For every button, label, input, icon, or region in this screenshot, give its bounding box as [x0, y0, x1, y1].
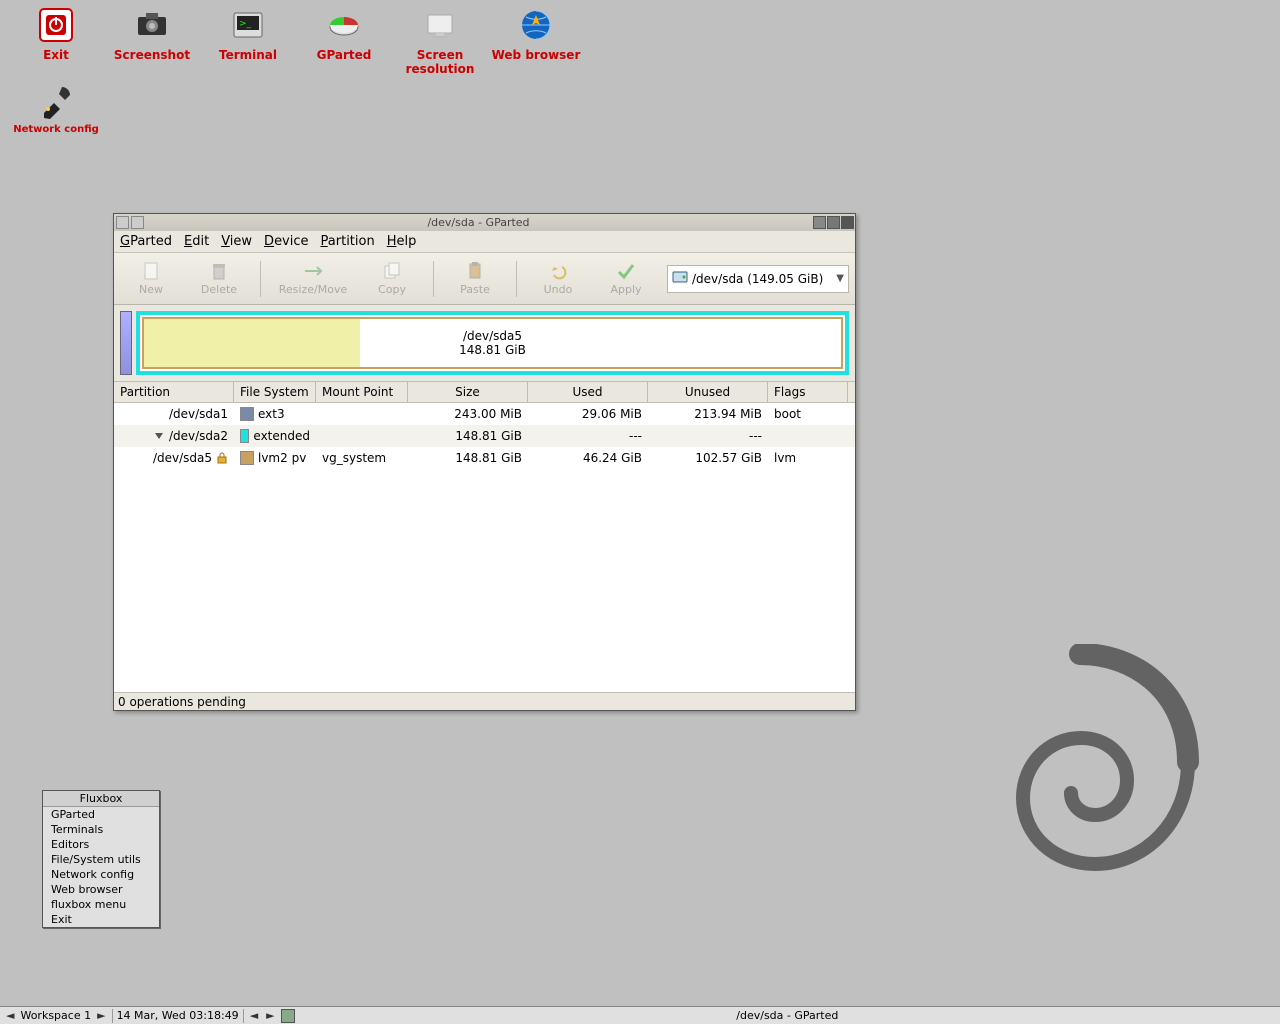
paste-icon [465, 261, 485, 281]
col-header-fl[interactable]: Flags [768, 382, 848, 402]
toolbar-apply-button: Apply [595, 256, 657, 302]
table-row[interactable]: /dev/sda1ext3243.00 MiB29.06 MiB213.94 M… [114, 403, 855, 425]
copy-icon [382, 261, 402, 281]
new-icon [141, 261, 161, 281]
gparted-icon [323, 4, 365, 46]
exit-icon [35, 4, 77, 46]
wrench-icon [35, 80, 77, 122]
close-button[interactable] [841, 216, 854, 229]
toolbar-resize-button: Resize/Move [271, 256, 355, 302]
harddisk-icon [672, 269, 688, 288]
fs-color-swatch [240, 429, 249, 443]
gparted-window: /dev/sda - GParted GParted Edit View Device… [113, 213, 856, 711]
taskbar-task[interactable]: /dev/sda - GParted [299, 1009, 1276, 1022]
screenshot-icon [131, 4, 173, 46]
webbrowser-icon [515, 4, 557, 46]
workspace-prev[interactable]: ◄ [4, 1009, 16, 1022]
col-header-part[interactable]: Partition [114, 382, 234, 402]
toolbar-paste-button: Paste [444, 256, 506, 302]
taskbar-clock: 14 Mar, Wed 03:18:49 [117, 1009, 239, 1022]
chevron-down-icon: ▼ [836, 273, 844, 284]
maximize-button[interactable] [827, 216, 840, 229]
table-header: PartitionFile SystemMount PointSizeUsedU… [114, 381, 855, 403]
fs-color-swatch [240, 451, 254, 465]
device-selector-label: /dev/sda (149.05 GiB) [692, 272, 823, 286]
partition-graph-row: /dev/sda5 148.81 GiB [114, 305, 855, 381]
partition-graph-selection[interactable] [120, 311, 132, 375]
fluxbox-menu-title: Fluxbox [43, 791, 159, 807]
fluxbox-item-0[interactable]: GParted [43, 807, 159, 822]
menu-gparted[interactable]: GParted [120, 234, 172, 249]
device-selector[interactable]: /dev/sda (149.05 GiB) ▼ [667, 265, 849, 293]
taskbar: ◄ Workspace 1 ► 14 Mar, Wed 03:18:49 ◄ ►… [0, 1006, 1280, 1024]
terminal-icon: >_ [227, 4, 269, 46]
window-title: /dev/sda - GParted [144, 216, 813, 229]
desktop-icons: ExitScreenshot>_TerminalGPartedScreen re… [8, 4, 584, 135]
table-row[interactable]: /dev/sda5lvm2 pvvg_system148.81 GiB46.24… [114, 447, 855, 469]
desktop-icon-screenres[interactable]: Screen resolution [392, 4, 488, 76]
fluxbox-item-6[interactable]: fluxbox menu [43, 897, 159, 912]
app-icon [116, 216, 129, 229]
fluxbox-item-2[interactable]: Editors [43, 837, 159, 852]
window-titlebar[interactable]: /dev/sda - GParted [114, 214, 855, 231]
toolbar-new-button: New [120, 256, 182, 302]
toolbar: NewDelete Resize/MoveCopy Paste UndoApply /… [114, 253, 855, 305]
status-bar: 0 operations pending [114, 692, 855, 710]
workspace-label[interactable]: Workspace 1 [20, 1009, 91, 1022]
menu-view[interactable]: View [221, 234, 252, 249]
menu-edit[interactable]: Edit [184, 234, 209, 249]
toolbar-delete-button: Delete [188, 256, 250, 302]
menu-help[interactable]: Help [387, 234, 417, 249]
toolbar-undo-button: Undo [527, 256, 589, 302]
fluxbox-item-1[interactable]: Terminals [43, 822, 159, 837]
desktop-icon-gparted[interactable]: GParted [296, 4, 392, 76]
partition-graph-label: /dev/sda5 148.81 GiB [144, 329, 841, 357]
screenres-icon [419, 4, 461, 46]
apply-icon [616, 261, 636, 281]
menu-partition[interactable]: Partition [321, 234, 375, 249]
menubar: GParted Edit View Device Partition Help [114, 231, 855, 253]
workspace-next[interactable]: ► [95, 1009, 107, 1022]
fluxbox-item-5[interactable]: Web browser [43, 882, 159, 897]
col-header-mp[interactable]: Mount Point [316, 382, 408, 402]
menu-device[interactable]: Device [264, 234, 308, 249]
col-header-sz[interactable]: Size [408, 382, 528, 402]
partition-graph[interactable]: /dev/sda5 148.81 GiB [136, 311, 849, 375]
delete-icon [209, 261, 229, 281]
fluxbox-menu: Fluxbox GPartedTerminalsEditorsFile/Syst… [42, 790, 160, 928]
svg-text:>_: >_ [239, 19, 252, 29]
col-header-un[interactable]: Unused [648, 382, 768, 402]
fluxbox-item-3[interactable]: File/System utils [43, 852, 159, 867]
resize-icon [303, 261, 323, 281]
sticky-icon[interactable] [131, 216, 144, 229]
table-body: /dev/sda1ext3243.00 MiB29.06 MiB213.94 M… [114, 403, 855, 692]
desktop-icon-netconfig[interactable]: Network config [8, 80, 104, 135]
task-next[interactable]: ► [264, 1009, 276, 1022]
debian-swirl-logo [950, 644, 1210, 904]
task-prev[interactable]: ◄ [248, 1009, 260, 1022]
lock-icon [216, 452, 228, 464]
fs-color-swatch [240, 407, 254, 421]
undo-icon [548, 261, 568, 281]
taskbar-app-icon[interactable] [281, 1009, 295, 1023]
desktop-icon-webbrowser[interactable]: Web browser [488, 4, 584, 76]
table-row[interactable]: /dev/sda2extended148.81 GiB------ [114, 425, 855, 447]
col-header-us[interactable]: Used [528, 382, 648, 402]
fluxbox-item-7[interactable]: Exit [43, 912, 159, 927]
expander-icon[interactable] [155, 433, 163, 439]
toolbar-copy-button: Copy [361, 256, 423, 302]
desktop-icon-terminal[interactable]: >_Terminal [200, 4, 296, 76]
fluxbox-item-4[interactable]: Network config [43, 867, 159, 882]
minimize-button[interactable] [813, 216, 826, 229]
desktop-icon-screenshot[interactable]: Screenshot [104, 4, 200, 76]
desktop-icon-exit[interactable]: Exit [8, 4, 104, 76]
col-header-fs[interactable]: File System [234, 382, 316, 402]
